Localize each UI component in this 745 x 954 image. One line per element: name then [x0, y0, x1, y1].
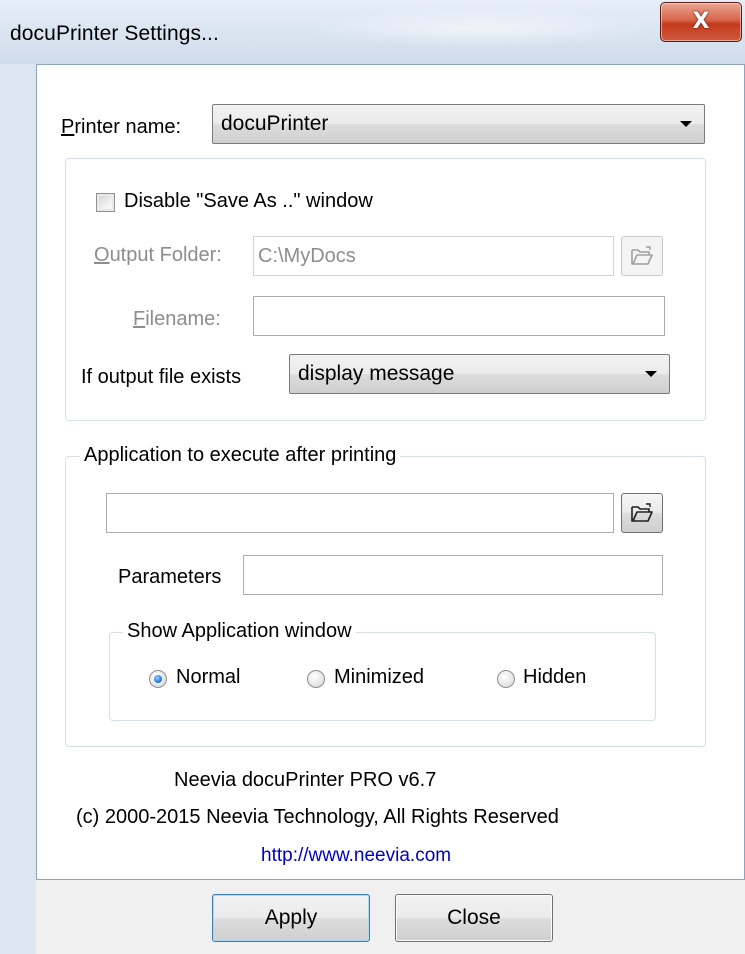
filename-input[interactable] — [253, 296, 665, 336]
product-version: Neevia docuPrinter PRO v6.7 — [174, 769, 437, 791]
close-window-button[interactable]: X — [660, 2, 742, 42]
radio-normal[interactable] — [149, 670, 167, 688]
application-group-caption: Application to execute after printing — [80, 444, 401, 467]
application-path-input[interactable] — [106, 493, 614, 533]
output-folder-accel: O — [94, 244, 110, 266]
parameters-label: Parameters — [118, 566, 222, 588]
website-link[interactable]: http://www.neevia.com — [261, 845, 451, 867]
output-folder-label: Output Folder: — [94, 244, 222, 267]
printer-name-label: Printer name: — [61, 116, 181, 139]
chevron-down-icon — [680, 121, 692, 127]
if-output-exists-select[interactable]: display message — [289, 354, 670, 394]
radio-hidden-label[interactable]: Hidden — [523, 666, 586, 689]
disable-save-as-checkbox[interactable] — [96, 193, 115, 212]
window-title: docuPrinter Settings... — [10, 22, 219, 45]
title-bar[interactable]: docuPrinter Settings... X — [0, 0, 745, 64]
title-bar-glow — [300, 8, 660, 48]
radio-minimized-label[interactable]: Minimized — [334, 666, 424, 689]
output-folder-input[interactable]: C:\MyDocs — [253, 236, 614, 276]
output-folder-label-text: utput Folder: — [109, 244, 222, 266]
application-browse-button[interactable] — [621, 493, 663, 533]
radio-minimized[interactable] — [307, 670, 325, 688]
if-output-exists-value: display message — [298, 362, 455, 385]
close-button[interactable]: Close — [395, 894, 553, 942]
settings-window: docuPrinter Settings... X Printer name: … — [0, 0, 745, 954]
disable-save-as-label[interactable]: Disable "Save As .." window — [124, 190, 373, 213]
printer-name-label-text: rinter name: — [74, 116, 182, 138]
printer-name-accel: P — [61, 116, 75, 138]
folder-open-icon — [631, 503, 653, 522]
filename-label: Filename: — [133, 308, 221, 331]
filename-accel: F — [133, 308, 146, 330]
copyright-text: (c) 2000-2015 Neevia Technology, All Rig… — [76, 806, 559, 828]
parameters-input[interactable] — [243, 555, 663, 595]
show-window-group-caption: Show Application window — [123, 620, 356, 643]
button-bar — [36, 880, 745, 954]
filename-label-text: ilename: — [145, 308, 221, 330]
if-output-exists-label: If output file exists — [81, 366, 242, 388]
printer-name-value: docuPrinter — [221, 112, 329, 135]
folder-open-icon — [631, 246, 653, 265]
radio-normal-label[interactable]: Normal — [176, 666, 240, 689]
apply-button[interactable]: Apply — [212, 894, 370, 942]
chevron-down-icon — [645, 371, 657, 377]
printer-name-select[interactable]: docuPrinter — [212, 104, 705, 144]
radio-hidden[interactable] — [497, 670, 515, 688]
close-icon: X — [692, 9, 710, 34]
output-folder-browse-button[interactable] — [621, 236, 663, 276]
